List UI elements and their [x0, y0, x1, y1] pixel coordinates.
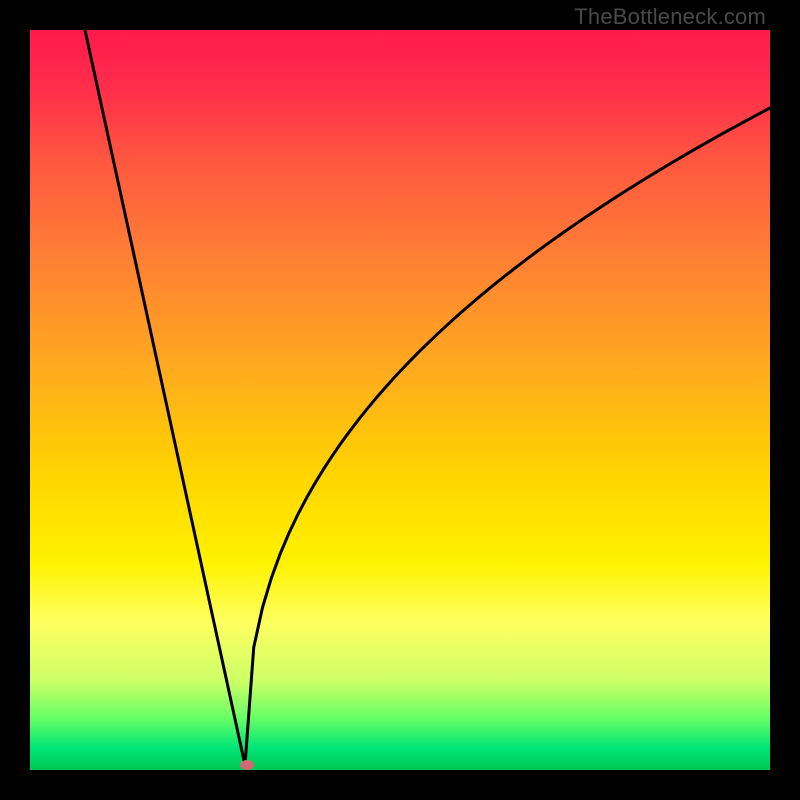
- minimum-marker: [240, 760, 254, 770]
- watermark-text: TheBottleneck.com: [574, 4, 766, 30]
- bottleneck-curve: [30, 30, 770, 770]
